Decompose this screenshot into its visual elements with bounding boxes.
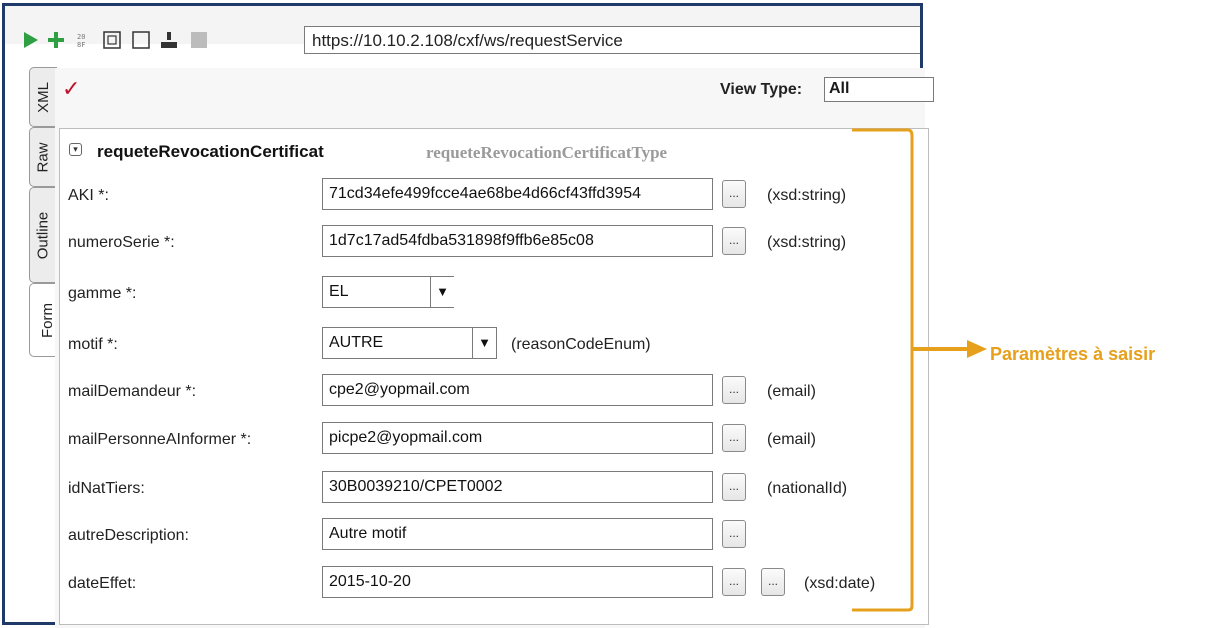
date-effet-edit-button[interactable]: ... [722,568,746,596]
add-icon[interactable] [46,30,66,50]
mail-demandeur-type-hint: (email) [767,383,816,400]
field-label-id-nat-tiers: idNatTiers: [68,480,145,497]
aki-edit-button[interactable]: ... [722,180,746,208]
screen-icon[interactable] [102,30,122,50]
date-effet-calendar-button[interactable]: ... [761,568,785,596]
field-label-autre-description: autreDescription: [68,527,189,544]
autre-description-edit-button[interactable]: ... [722,520,746,548]
id-nat-tiers-type-hint: (nationalId) [767,480,848,497]
checkmark-icon: ✓ [62,76,81,101]
endpoint-url-input[interactable]: https://10.10.2.108/cxf/ws/requestServic… [304,26,920,54]
view-type-select[interactable]: All [824,77,934,102]
section-type: requeteRevocationCertificatType [426,143,668,162]
mail-personne-a-informer-type-hint: (email) [767,431,816,448]
motif-type-hint: (reasonCodeEnum) [511,336,651,353]
gamme-dropdown-arrow-icon[interactable]: ▼ [430,277,454,307]
id-nat-tiers-input[interactable]: 30B0039210/CPET0002 [322,471,713,503]
annotation-label: Paramètres à saisir [990,344,1156,364]
autre-description-input[interactable]: Autre motif [322,518,713,550]
tab-outline[interactable]: Outline [29,187,57,283]
mail-personne-a-informer-input[interactable]: picpe2@yopmail.com [322,422,713,454]
grey-square-icon[interactable] [189,30,209,50]
play-icon[interactable] [21,30,41,50]
tab-raw-label: Raw [34,141,52,173]
field-label-gamme: gamme *: [68,285,137,302]
tab-raw[interactable]: Raw [29,127,57,187]
box-icon[interactable] [131,30,151,50]
section-name: requeteRevocationCertificat [97,142,324,161]
encode-icon[interactable]: 20 8F [75,30,95,50]
motif-select[interactable]: AUTRE [322,327,497,359]
svg-text:8F: 8F [77,41,85,49]
numero-serie-input[interactable]: 1d7c17ad54fdba531898f9ffb6e85c08 [322,225,713,257]
field-label-aki: AKI *: [68,187,109,204]
mail-personne-a-informer-edit-button[interactable]: ... [722,424,746,452]
date-effet-input[interactable]: 2015-10-20 [322,566,713,598]
tab-xml[interactable]: XML [29,67,57,127]
tab-outline-label: Outline [34,211,52,259]
motif-dropdown-arrow-icon[interactable]: ▼ [472,328,496,358]
numero-serie-type-hint: (xsd:string) [767,234,847,251]
collapse-icon[interactable]: ▾ [69,143,82,156]
user-icon[interactable] [159,30,179,50]
field-label-mail-demandeur: mailDemandeur *: [68,383,197,400]
svg-text:20: 20 [77,33,85,41]
field-label-mail-personne-a-informer: mailPersonneAInformer *: [68,431,252,448]
motif-select-value: AUTRE [329,334,384,351]
mail-demandeur-input[interactable]: cpe2@yopmail.com [322,374,713,406]
numero-serie-edit-button[interactable]: ... [722,227,746,255]
tab-form-label: Form [39,302,56,338]
view-type-label: View Type: [720,81,803,98]
aki-input[interactable]: 71cd34efe499fcce4ae68be4d66cf43ffd3954 [322,178,713,210]
annotation-bracket [852,128,987,612]
aki-type-hint: (xsd:string) [767,187,847,204]
gamme-select-value: EL [329,283,349,300]
mail-demandeur-edit-button[interactable]: ... [722,376,746,404]
id-nat-tiers-edit-button[interactable]: ... [722,473,746,501]
field-label-motif: motif *: [68,336,118,353]
field-label-date-effet: dateEffet: [68,575,137,592]
tab-xml-label: XML [34,81,52,113]
field-label-numero-serie: numeroSerie *: [68,234,175,251]
